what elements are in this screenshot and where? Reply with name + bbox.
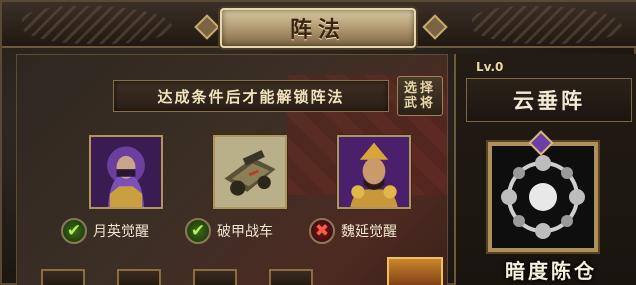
hero-slot-yueying[interactable] [89,135,163,209]
formation-level: Lv.0 [476,60,504,74]
featured-formation-title: 暗度陈仓 [476,254,626,284]
dragon-ornament-right [472,6,622,44]
requirement-label: 月英觉醒 [93,224,149,240]
formation-detail-panel: Lv.0 云垂阵 暗度陈仓 [454,54,636,285]
weiyan-portrait-icon [339,137,409,207]
select-general-label-1: 选择 [403,81,436,96]
featured-formation-name: 暗度陈仓 [505,258,597,283]
formation-name: 云垂阵 [513,88,585,113]
select-general-label-2: 武将 [403,96,436,111]
game-window: 阵法 达成条件后才能解锁阵法 选择 武将 ✔ 月英觉醒 ✔ 破甲战车 ✖ 魏延觉… [0,0,636,285]
hero-slot-chariot[interactable] [213,135,287,209]
requirement-label: 魏延觉醒 [341,224,397,240]
formation-slot-1[interactable] [41,269,85,285]
top-bar: 阵法 [2,2,636,48]
unlock-condition-bar: 达成条件后才能解锁阵法 [113,80,389,112]
formation-slot-3[interactable] [193,269,237,285]
formation-slot-4[interactable] [269,269,313,285]
formation-slot-selected[interactable] [387,257,443,285]
checkmark-icon: ✔ [185,218,211,244]
dragon-ornament-left [22,6,172,44]
cross-icon: ✖ [309,218,335,244]
ornament-gem-left [194,14,220,40]
requirement-label: 破甲战车 [217,224,273,240]
checkmark-icon: ✔ [61,218,87,244]
formation-name-plate: 云垂阵 [466,78,632,122]
formation-emblem-frame[interactable] [488,142,598,252]
requirement-chariot: ✔ 破甲战车 [185,215,273,247]
requirement-weiyan: ✖ 魏延觉醒 [309,215,397,247]
requirement-yueying: ✔ 月英觉醒 [61,215,149,247]
unlock-condition-text: 达成条件后才能解锁阵法 [157,87,345,106]
select-general-button[interactable]: 选择 武将 [397,76,443,116]
chariot-icon [215,137,285,207]
hero-slot-weiyan[interactable] [337,135,411,209]
formation-unlock-panel: 达成条件后才能解锁阵法 选择 武将 ✔ 月英觉醒 ✔ 破甲战车 ✖ 魏延觉醒 [16,54,448,285]
ornament-gem-right [422,14,448,40]
page-title: 阵法 [289,17,346,43]
formation-emblem-icon [492,146,594,248]
page-title-plate: 阵法 [220,8,416,48]
yueying-portrait-icon [91,137,161,207]
formation-slot-2[interactable] [117,269,161,285]
